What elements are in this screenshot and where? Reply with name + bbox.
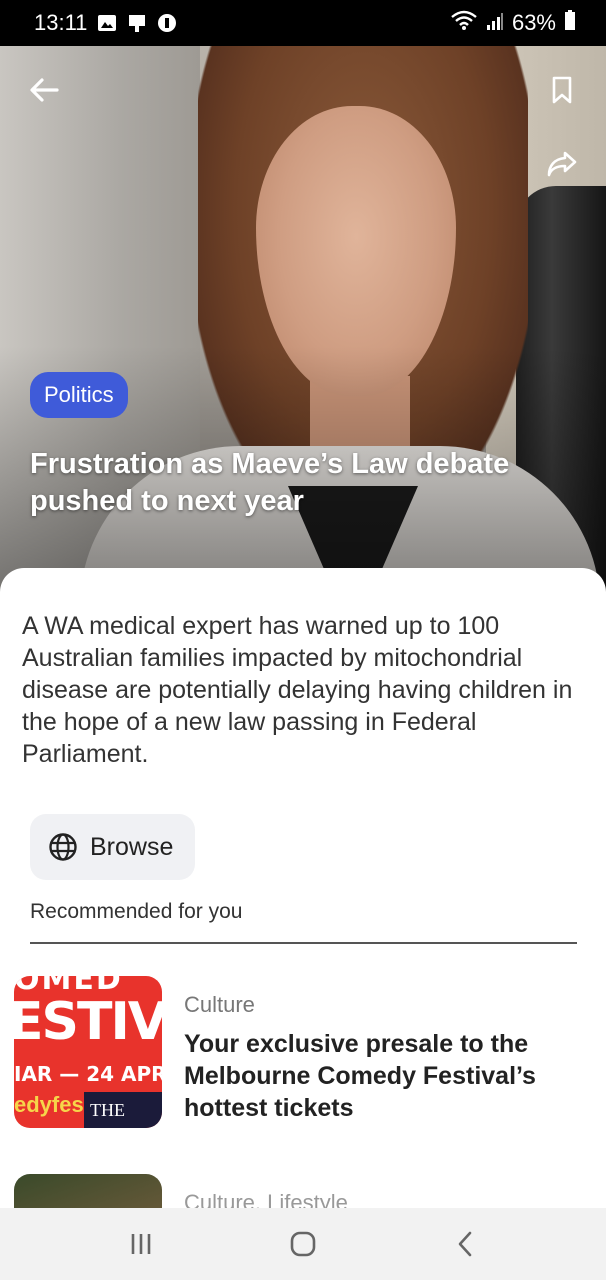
system-nav-bar xyxy=(0,1208,606,1280)
recommended-heading: Recommended for you xyxy=(30,900,243,923)
recent-apps-icon xyxy=(131,1234,151,1254)
article-card: A WA medical expert has warned up to 100… xyxy=(0,568,606,1280)
browse-label: Browse xyxy=(90,832,174,861)
divider xyxy=(30,942,577,944)
comedy-festival-thumbnail: OMED ESTIVA IAR — 24 APR 2 edyfes THE xyxy=(14,976,162,1128)
wifi-icon xyxy=(450,10,478,36)
back-icon xyxy=(458,1231,472,1257)
nav-back-button[interactable] xyxy=(435,1214,495,1274)
bookmark-icon xyxy=(552,76,572,104)
notification-icon xyxy=(127,13,147,33)
list-item-text: Culture Your exclusive presale to the Me… xyxy=(184,976,594,1128)
share-button[interactable] xyxy=(540,142,584,186)
battery-percent: 63% xyxy=(511,10,556,35)
category-pill[interactable]: Politics xyxy=(30,372,128,418)
home-button[interactable] xyxy=(273,1214,333,1274)
bookmark-button[interactable] xyxy=(540,68,584,112)
battery-icon xyxy=(564,10,576,36)
gallery-icon xyxy=(97,13,117,33)
signal-icon xyxy=(486,10,504,36)
list-item[interactable]: OMED ESTIVA IAR — 24 APR 2 edyfes THE Cu… xyxy=(14,976,594,1128)
home-icon xyxy=(290,1231,316,1257)
article-title: Frustration as Maeve’s Law debate pushed… xyxy=(30,448,510,517)
article-summary: A WA medical expert has warned up to 100… xyxy=(22,612,573,768)
list-item-title: Your exclusive presale to the Melbourne … xyxy=(184,1030,536,1122)
browse-button[interactable]: Browse xyxy=(30,814,195,880)
hero-image xyxy=(0,46,606,606)
share-icon xyxy=(547,151,577,177)
status-left: 13:11 xyxy=(34,10,177,36)
back-button[interactable] xyxy=(22,68,66,112)
globe-icon xyxy=(49,833,77,861)
back-arrow-icon xyxy=(30,78,59,102)
recent-apps-button[interactable] xyxy=(111,1214,171,1274)
status-right: 63% xyxy=(450,10,576,36)
list-item-category: Culture xyxy=(184,992,255,1017)
app-icon xyxy=(157,13,177,33)
status-bar: 13:11 63% xyxy=(0,0,606,46)
status-time: 13:11 xyxy=(34,10,88,35)
